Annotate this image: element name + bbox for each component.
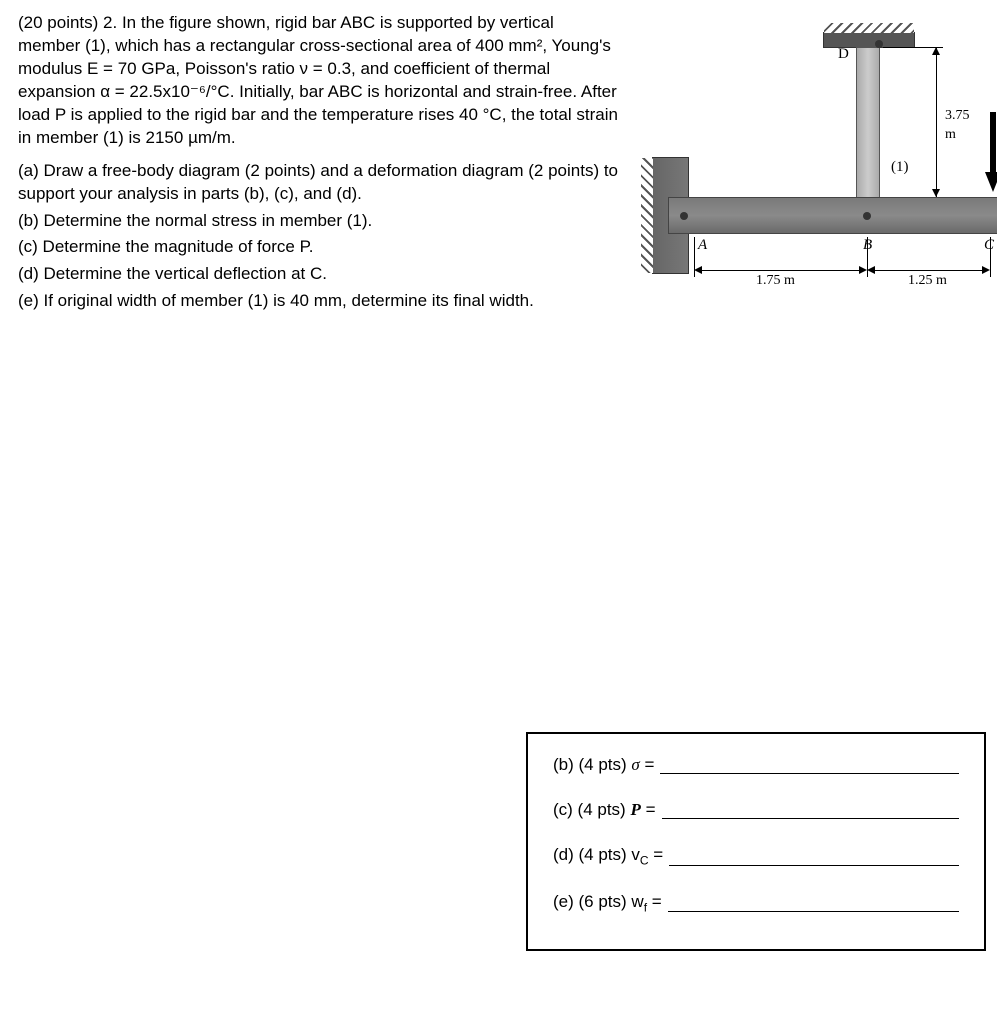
dim-vert-line (936, 47, 937, 197)
answer-b-row: (b) (4 pts) σ = (553, 754, 959, 777)
dim-bc-tick-r (990, 237, 991, 277)
part-c: (c) Determine the magnitude of force P. (18, 236, 618, 259)
answer-box: (b) (4 pts) σ = (c) (4 pts) P = (d) (4 p… (526, 732, 986, 951)
dim-bc-arrow-left-icon (867, 266, 875, 274)
answer-e-blank[interactable] (668, 910, 959, 912)
dim-ab-arrow-right-icon (859, 266, 867, 274)
answer-c-row: (c) (4 pts) P = (553, 799, 959, 822)
dim-vert-label: 3.75 m (945, 107, 979, 145)
dim-bc-line (871, 270, 987, 271)
problem-statement: (20 points) 2. In the figure shown, rigi… (18, 12, 618, 317)
force-arrow-p (983, 112, 997, 192)
part-a: (a) Draw a free-body diagram (2 points) … (18, 160, 618, 206)
rigid-bar-abc (668, 197, 997, 234)
problem-header: (20 points) 2. In the figure shown, rigi… (18, 12, 618, 150)
part-b: (b) Determine the normal stress in membe… (18, 210, 618, 233)
fixed-support-top (823, 32, 915, 48)
answer-d-row: (d) (4 pts) vC = (553, 844, 959, 869)
part-e: (e) If original width of member (1) is 4… (18, 290, 618, 313)
answer-e-label: (e) (6 pts) wf = (553, 891, 662, 916)
dim-vert-arrow-up-icon (932, 47, 940, 55)
figure: D (1) A B C P 3.75 m 1.75 m 1.25 (628, 12, 979, 312)
pin-a-dot (680, 212, 688, 220)
dim-ab-label: 1.75 m (756, 272, 795, 291)
dim-ab-arrow-left-icon (694, 266, 702, 274)
vertical-member-1 (856, 47, 880, 204)
label-a: A (698, 235, 707, 255)
label-c: C (984, 235, 994, 255)
answer-e-row: (e) (6 pts) wf = (553, 891, 959, 916)
dim-ab-line (698, 270, 864, 271)
pin-d (875, 40, 883, 48)
pin-b-dot (863, 212, 871, 220)
answer-d-blank[interactable] (669, 864, 959, 866)
dim-bc-arrow-right-icon (982, 266, 990, 274)
dim-vert-arrow-down-icon (932, 189, 940, 197)
part-d: (d) Determine the vertical deflection at… (18, 263, 618, 286)
label-member1: (1) (891, 157, 909, 177)
answer-b-blank[interactable] (660, 772, 959, 774)
label-d: D (838, 44, 849, 64)
answer-c-blank[interactable] (662, 817, 960, 819)
answer-d-label: (d) (4 pts) vC = (553, 844, 663, 869)
dim-vert-tick-top (883, 47, 943, 48)
answer-c-label: (c) (4 pts) P = (553, 799, 656, 822)
dim-bc-label: 1.25 m (908, 272, 947, 291)
answer-b-label: (b) (4 pts) σ = (553, 754, 654, 777)
